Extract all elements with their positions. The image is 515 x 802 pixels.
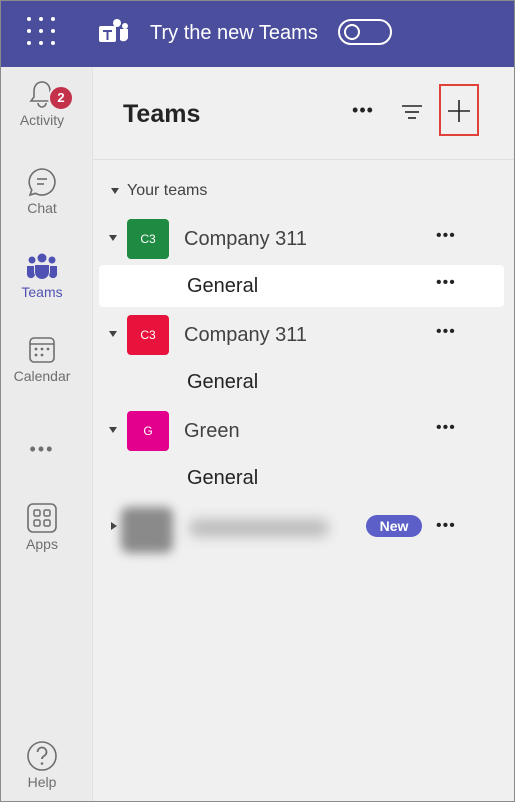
teams-icon	[26, 253, 58, 279]
teams-window: Try the new Teams 2 Activity Chat Teams …	[0, 0, 515, 802]
section-label: Your teams	[127, 182, 208, 199]
rail-item-apps[interactable]: Apps	[1, 501, 83, 552]
rail-label-help: Help	[27, 774, 57, 790]
rail-item-teams[interactable]: Teams	[1, 249, 83, 300]
rail-label-chat: Chat	[27, 200, 57, 216]
team-avatar: C3	[127, 315, 169, 355]
chat-icon	[28, 168, 56, 197]
page-title: Teams	[123, 100, 201, 128]
team-name-redacted	[189, 519, 329, 537]
team-row[interactable]: C3 Company 311 •••	[93, 311, 514, 359]
chevron-right-icon[interactable]	[111, 522, 117, 530]
team-avatar: C3	[127, 219, 169, 259]
team-name: Company 311	[184, 228, 308, 250]
team-more-options-button[interactable]: •••	[436, 517, 456, 535]
calendar-icon	[29, 337, 55, 363]
apps-icon	[27, 503, 57, 533]
channel-row[interactable]: General	[93, 361, 514, 403]
teams-panel: Teams ••• Your teams C3 Company 311 •••	[93, 67, 514, 801]
team-more-options-button[interactable]: •••	[436, 227, 456, 245]
plus-icon	[448, 100, 470, 122]
your-teams-section[interactable]: Your teams	[111, 182, 207, 200]
activity-badge: 2	[48, 85, 74, 111]
more-apps-icon[interactable]: •••	[1, 439, 83, 460]
channel-name: General	[187, 371, 259, 393]
chevron-down-icon	[111, 187, 119, 194]
channel-name: General	[187, 467, 259, 489]
channel-row[interactable]: General •••	[99, 265, 504, 307]
more-options-button[interactable]: •••	[348, 95, 378, 125]
join-or-create-team-button[interactable]	[439, 84, 479, 136]
app-launcher-icon[interactable]	[27, 17, 57, 47]
new-badge: New	[366, 515, 422, 537]
chevron-down-icon[interactable]	[109, 427, 117, 433]
team-avatar: G	[127, 411, 169, 451]
rail-label-teams: Teams	[21, 284, 63, 300]
rail-item-help[interactable]: Help	[1, 739, 83, 790]
rail-item-activity[interactable]: 2 Activity	[1, 77, 83, 128]
toggle-knob	[344, 24, 360, 40]
team-avatar-redacted	[121, 507, 173, 553]
channel-more-options-button[interactable]: •••	[436, 274, 456, 292]
team-row-redacted[interactable]: New •••	[93, 505, 514, 553]
rail-item-chat[interactable]: Chat	[1, 165, 83, 216]
help-icon	[27, 741, 57, 771]
team-name: Green	[184, 420, 240, 442]
teams-logo-icon	[99, 19, 128, 42]
rail-item-calendar[interactable]: Calendar	[1, 333, 83, 384]
new-teams-toggle[interactable]	[338, 19, 392, 45]
chevron-down-icon[interactable]	[109, 235, 117, 241]
team-row[interactable]: C3 Company 311 •••	[93, 215, 514, 263]
panel-header: Teams •••	[93, 67, 514, 160]
team-more-options-button[interactable]: •••	[436, 419, 456, 437]
left-rail: 2 Activity Chat Teams Calendar ••• Apps …	[1, 67, 93, 801]
filter-icon[interactable]	[397, 97, 427, 127]
team-row[interactable]: G Green •••	[93, 407, 514, 455]
rail-label-calendar: Calendar	[13, 368, 71, 384]
try-new-teams-label: Try the new Teams	[150, 22, 318, 44]
chevron-down-icon[interactable]	[109, 331, 117, 337]
rail-label-apps: Apps	[26, 536, 58, 552]
team-name: Company 311	[184, 324, 308, 346]
rail-label-activity: Activity	[19, 112, 65, 128]
team-more-options-button[interactable]: •••	[436, 323, 456, 341]
top-bar: Try the new Teams	[1, 1, 514, 67]
channel-name: General	[187, 275, 259, 297]
channel-row[interactable]: General	[93, 457, 514, 499]
